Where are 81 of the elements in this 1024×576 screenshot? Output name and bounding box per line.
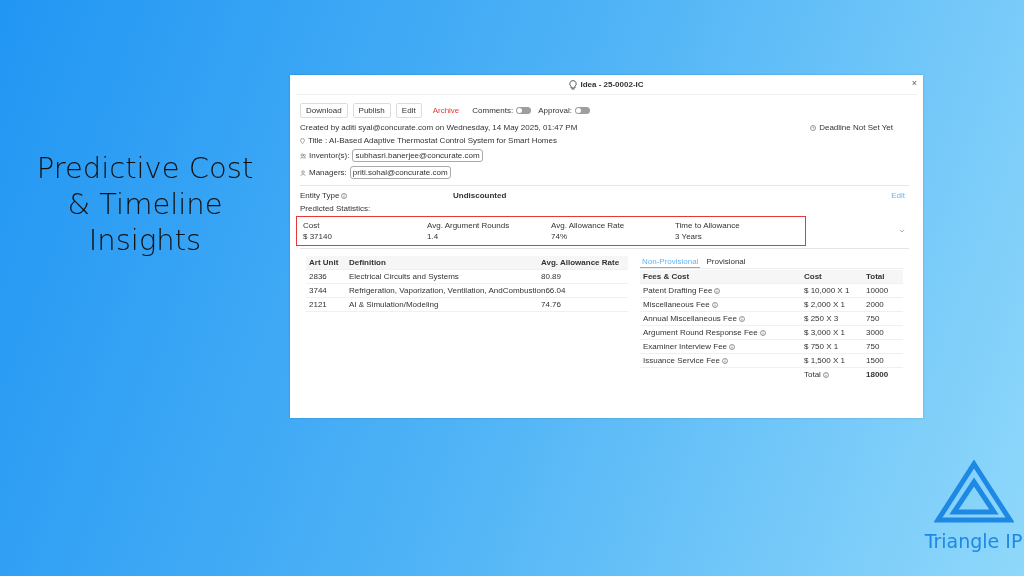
toggle-label: Approval: — [538, 106, 572, 115]
table-cell: Miscellaneous Fee — [643, 300, 710, 309]
action-button[interactable]: Publish — [352, 103, 391, 118]
info-icon — [711, 301, 718, 308]
triangle-logo-icon — [933, 460, 1014, 524]
stat-value: 3 Years — [675, 232, 703, 241]
toggle-label: Comments: — [472, 106, 514, 115]
column-header: Total — [866, 272, 886, 281]
table-cell-text: AI & Simulation/Modeling — [349, 300, 440, 309]
table-cell-text: 74.76 — [541, 300, 563, 309]
action-button[interactable]: Download — [300, 103, 348, 118]
table-cell-text: 750 — [866, 342, 881, 351]
stat-label: Time to Allowance — [675, 221, 741, 230]
table-cell-text: 2000 — [866, 300, 885, 309]
window-title: Idea - 25-0002-IC — [580, 80, 644, 89]
predicted-statistics-label: Predicted Statistics: — [300, 204, 372, 213]
table-cell: Refrigeration, Vaporization, Ventilation, AndCombustion — [349, 286, 546, 295]
table-cell-text: Electrical Circuits and Systems — [349, 272, 460, 281]
total-value: 18000 — [866, 370, 890, 379]
stat-label: Avg. Argument Rounds — [427, 221, 511, 230]
table-cell-text: $ 250 X 3 — [804, 314, 840, 323]
stat-value: 1.4 — [427, 232, 440, 241]
tab[interactable]: Provisional — [704, 256, 748, 268]
table-cell: Patent Drafting Fee — [643, 286, 713, 295]
table-cell-text: 1500 — [866, 356, 885, 365]
clock-icon — [810, 124, 817, 131]
toggle-switch[interactable] — [575, 107, 590, 114]
stat-value: 74% — [551, 232, 568, 241]
close-button[interactable]: × — [911, 78, 917, 88]
info-icon — [738, 315, 745, 322]
table-cell-text: $ 1,500 X 1 — [804, 356, 846, 365]
archive-link[interactable]: Archive — [426, 104, 466, 117]
entity-type-value: Undiscounted — [453, 191, 508, 200]
column-header: Fees & Cost — [643, 272, 691, 281]
table-cell-text: 750 — [866, 314, 881, 323]
column-header: Cost — [804, 272, 823, 281]
title-text: Title : AI-Based Adaptive Thermostat Control System for Smart Homes — [308, 136, 557, 145]
column-header: Definition — [349, 258, 387, 267]
table-cell-text: 10000 — [866, 286, 890, 295]
chevron-down-icon — [899, 229, 905, 233]
info-icon — [721, 357, 728, 364]
table-cell: Examiner Interview Fee — [643, 342, 728, 351]
stat-label: Cost — [303, 221, 321, 230]
table-cell-text: 66.04 — [545, 286, 567, 295]
info-icon — [729, 343, 736, 350]
table-cell: Issuance Service Fee — [643, 356, 720, 365]
inventors-label: Inventor(s): — [309, 151, 350, 160]
managers-label: Managers: — [309, 168, 347, 177]
table-cell-text: 3000 — [866, 328, 885, 337]
email-chip: priti.sohal@concurate.com — [349, 166, 451, 179]
info-icon — [822, 371, 829, 378]
logo-text: Triangle IP — [924, 530, 1023, 552]
table-cell-text: $ 750 X 1 — [804, 342, 840, 351]
table-cell-text: $ 10,000 X 1 — [804, 286, 851, 295]
table-cell: Annual Miscellaneous Fee — [643, 314, 737, 323]
info-icon — [759, 329, 766, 336]
table-cell-text: 2121 — [309, 300, 328, 309]
slide-heading: Predictive Cost & Timeline Insights — [35, 150, 255, 258]
created-info: Created by aditi syal@concurate.com on Wednesday, 14 May 2025, 01:47 PM — [300, 123, 578, 132]
action-button[interactable]: Edit — [395, 103, 422, 118]
table-cell-text: 2836 — [309, 272, 328, 281]
table-cell-text: $ 2,000 X 1 — [804, 300, 846, 309]
person-icon — [300, 169, 306, 176]
table-cell-text: 3744 — [309, 286, 328, 295]
toggle-switch[interactable] — [516, 107, 532, 114]
stat-value: $ 37140 — [303, 232, 333, 241]
stat-label: Avg. Allowance Rate — [551, 221, 626, 230]
table-cell-text: $ 3,000 X 1 — [804, 328, 846, 337]
table-cell: Argument Round Response Fee — [643, 328, 758, 337]
people-icon — [300, 152, 306, 159]
column-header: Art Unit — [309, 258, 340, 267]
column-header: Avg. Allowance Rate — [541, 258, 621, 267]
email-chip: subhasri.banerjee@concurate.com — [352, 149, 483, 162]
info-icon — [714, 287, 721, 294]
table-cell-text: 80.89 — [541, 272, 563, 281]
deadline-text: Deadline Not Set Yet — [819, 123, 893, 132]
info-icon — [341, 192, 348, 199]
entity-type-label: Entity Type — [300, 191, 340, 200]
pin-icon — [300, 137, 305, 144]
total-label: Total — [804, 370, 821, 379]
lightbulb-icon — [569, 79, 578, 90]
